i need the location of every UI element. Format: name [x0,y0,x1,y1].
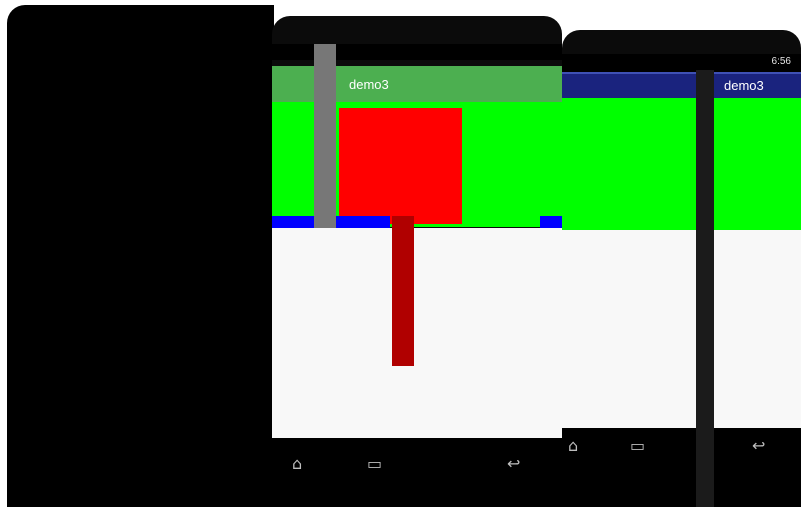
back-arrow-icon[interactable]: ↩ [507,454,520,473]
middle-phone: demo3 ⌂ ▭ ↩ [272,16,562,507]
right-nav-bar: ⌂ ▭ ↩ [562,428,801,507]
red-view [339,108,462,224]
right-app-bar: demo3 [562,74,801,98]
glitch-column-2 [392,216,414,366]
recent-apps-icon[interactable]: ▭ [630,436,645,455]
middle-app-title: demo3 [349,77,389,92]
glitch-column-1 [314,44,336,228]
right-green-view [562,98,801,230]
right-phone: 6:56 demo3 ⌂ ▭ ↩ [562,30,801,507]
right-divider [696,70,714,507]
right-status-bar: 6:56 [562,54,801,72]
right-app-title: demo3 [724,78,764,93]
back-arrow-icon[interactable]: ↩ [752,436,765,455]
blue-strip-right [540,216,562,228]
white-content-area [272,228,562,438]
right-white-content [562,230,801,428]
middle-nav-bar: ⌂ ▭ ↩ [272,438,562,507]
clock: 6:56 [771,56,791,67]
back-icon[interactable]: ⌂ [292,454,302,473]
left-phone-screen [7,5,274,507]
recent-apps-icon[interactable]: ▭ [367,454,382,473]
home-icon[interactable]: ⌂ [568,436,578,455]
